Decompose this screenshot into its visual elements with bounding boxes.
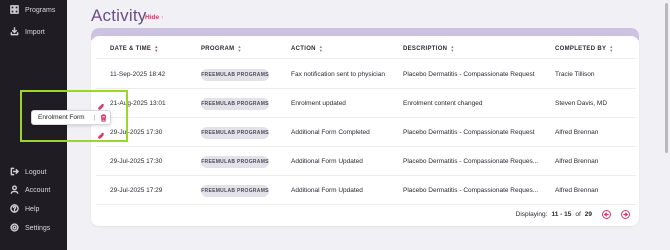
cell-description: Placebo Dermatitis - Compassionate Reque… xyxy=(403,187,539,194)
cell-completed-by: Alfred Brennan xyxy=(555,129,599,136)
sort-icon: ▲ ▼ xyxy=(237,44,242,53)
cell-action: Additional Form Updated xyxy=(291,187,363,194)
column-header-date[interactable]: DATE & TIME ▲ ▼ xyxy=(110,45,158,53)
program-badge: FREEMULAB PROGRAMS xyxy=(201,69,269,81)
cell-action: Enrolment updated xyxy=(291,100,346,107)
pagination-prefix: Displaying: xyxy=(515,211,548,218)
pagination-range: 11 - 15 xyxy=(551,211,572,218)
row-divider xyxy=(96,175,636,176)
tooltip-label[interactable]: Enrolment Form xyxy=(38,114,85,121)
cell-description: Placebo Dermatitis - Compassionate Reque… xyxy=(403,129,535,136)
cell-date: 29-Jul-2025 17:29 xyxy=(110,187,163,194)
sidebar-item-label: Logout xyxy=(25,168,47,176)
column-header-label: DATE & TIME xyxy=(110,46,152,52)
column-header-description[interactable]: DESCRIPTION ▲ ▼ xyxy=(403,45,455,53)
sidebar-item-programs[interactable]: Programs xyxy=(10,2,55,18)
cell-date: 11-Sep-2025 18:42 xyxy=(110,71,166,78)
row-divider xyxy=(96,88,636,89)
pagination: Displaying: 11 - 15 of 29 xyxy=(516,210,630,219)
row-divider xyxy=(96,58,636,59)
tooltip-separator: | xyxy=(93,114,96,121)
sidebar-item-label: Help xyxy=(25,205,40,213)
attachment-tooltip: Enrolment Form | xyxy=(31,110,111,125)
settings-icon xyxy=(10,222,19,234)
next-page-button[interactable] xyxy=(621,210,630,219)
sort-icon: ▲ ▼ xyxy=(450,44,455,53)
column-header-label: PROGRAM xyxy=(201,46,235,52)
sort-icon: ▲ ▼ xyxy=(609,44,614,53)
cell-description: Placebo Dermatitis - Compassionate Reque… xyxy=(403,71,535,78)
cell-action: Fax notification sent to physician xyxy=(291,71,385,78)
prev-page-button[interactable] xyxy=(602,210,611,219)
pagination-total: 29 xyxy=(584,211,592,218)
sidebar-item-import[interactable]: Import xyxy=(10,24,45,40)
cell-completed-by: Alfred Brennan xyxy=(555,158,599,165)
sidebar-item-label: Programs xyxy=(25,6,56,14)
cell-date: 29-Jul-2025 17:30 xyxy=(110,158,163,165)
hide-link[interactable]: Hide ↑ xyxy=(145,14,163,21)
column-header-program[interactable]: PROGRAM ▲ ▼ xyxy=(201,45,242,53)
cell-action: Additional Form Completed xyxy=(291,129,370,136)
sidebar-item-label: Import xyxy=(25,28,45,36)
cell-description: Enrolment content changed xyxy=(403,100,483,107)
programs-icon xyxy=(10,4,19,16)
sidebar-item-settings[interactable]: Settings xyxy=(10,220,50,236)
program-badge: FREEMULAB PROGRAMS xyxy=(201,185,269,197)
sort-icon: ▲ ▼ xyxy=(318,44,324,53)
sidebar-item-logout[interactable]: Logout xyxy=(10,164,46,180)
cell-completed-by: Steven Davis, MD xyxy=(555,100,608,107)
row-divider xyxy=(96,117,636,118)
sort-icon: ▲ ▼ xyxy=(154,44,159,53)
program-badge: FREEMULAB PROGRAMS xyxy=(201,156,269,168)
program-badge: FREEMULAB PROGRAMS xyxy=(201,98,269,110)
column-header-label: COMPLETED BY xyxy=(555,46,607,52)
sidebar-item-account[interactable]: Account xyxy=(10,182,50,198)
account-icon xyxy=(10,184,19,196)
column-header-completed-by[interactable]: COMPLETED BY ▲ ▼ xyxy=(555,45,614,53)
sidebar-item-label: Settings xyxy=(25,224,51,232)
column-header-label: ACTION xyxy=(291,46,316,52)
hide-label: Hide xyxy=(145,14,160,21)
pagination-of: of xyxy=(575,211,581,218)
scrollbar[interactable] xyxy=(665,3,668,153)
row-divider xyxy=(96,204,636,205)
program-badge: FREEMULAB PROGRAMS xyxy=(201,127,269,139)
trash-icon[interactable] xyxy=(100,113,107,122)
page-title: Activity xyxy=(91,6,147,25)
column-header-action[interactable]: ACTION ▲ ▼ xyxy=(291,45,323,53)
arrow-left-icon xyxy=(604,212,609,217)
sidebar-item-label: Account xyxy=(25,186,51,194)
row-divider xyxy=(96,146,636,147)
collapse-icon: ↑ xyxy=(160,15,164,21)
logout-icon xyxy=(10,167,19,178)
cell-description: Placebo Dermatitis - Compassionate Reque… xyxy=(403,158,539,165)
cell-completed-by: Alfred Brennan xyxy=(555,187,599,194)
cell-action: Additional Form Updated xyxy=(291,158,363,165)
help-icon xyxy=(10,203,19,215)
sidebar-item-help[interactable]: Help xyxy=(10,201,39,217)
arrow-right-icon xyxy=(623,212,628,217)
cell-completed-by: Tracie Tillison xyxy=(555,71,595,78)
import-icon xyxy=(10,26,19,38)
column-header-label: DESCRIPTION xyxy=(403,46,448,52)
